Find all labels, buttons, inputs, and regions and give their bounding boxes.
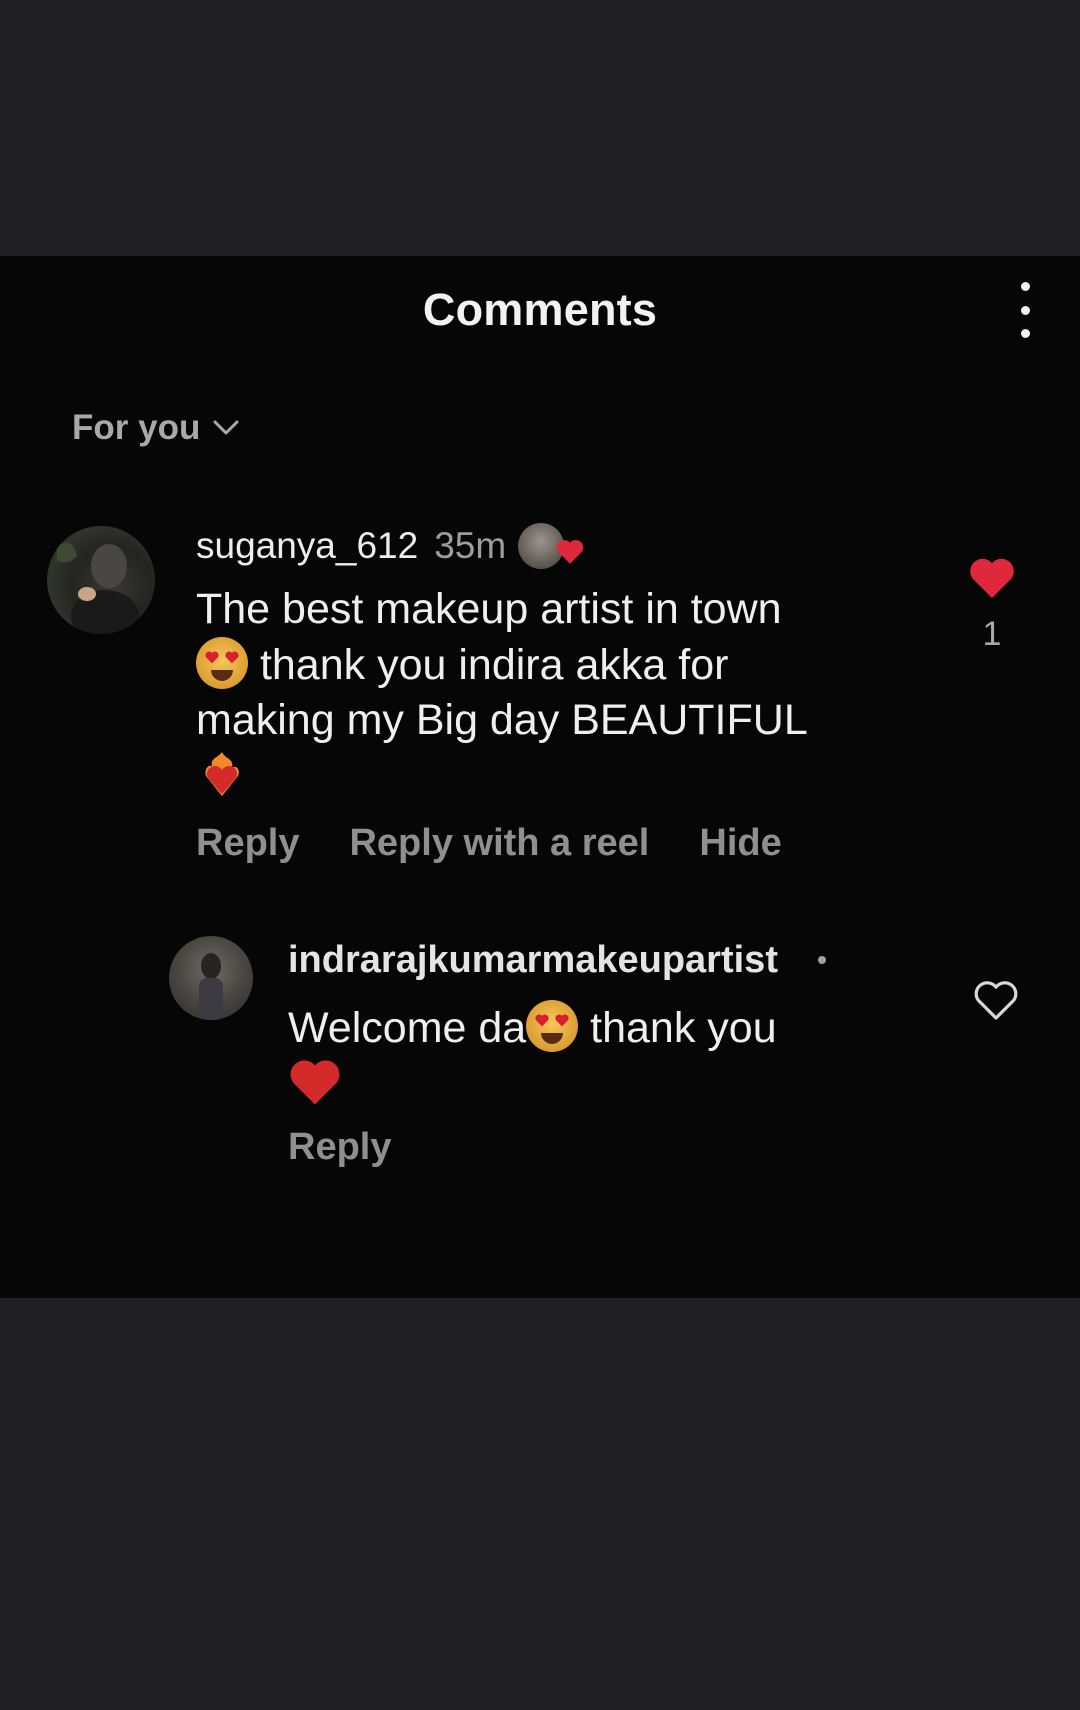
commenter-avatar[interactable] [47, 526, 155, 634]
heart-eyes-emoji [196, 637, 248, 689]
author-liked-avatar [518, 523, 584, 569]
sheet-title: Comments [422, 284, 658, 335]
comment-like: 1 [964, 556, 1020, 654]
replier-avatar[interactable] [169, 936, 253, 1020]
reply-button[interactable]: Reply [196, 822, 299, 865]
reply-with-reel-button[interactable]: Reply with a reel [349, 822, 649, 865]
heart-eyes-emoji [526, 1000, 579, 1052]
comments-sheet: Comments For you suganya_612 35m The bes… [0, 256, 1080, 1298]
hide-button[interactable]: Hide [699, 822, 781, 865]
heart-icon [557, 540, 584, 564]
reply-text: Welcome da thank you [288, 1000, 908, 1111]
more-vertical-icon[interactable] [1010, 282, 1040, 338]
heart-filled-icon[interactable] [968, 556, 1016, 600]
heart-outline-icon[interactable] [972, 978, 1020, 1022]
filter-label: For you [72, 408, 201, 447]
comment-actions: Reply Reply with a reel Hide [196, 822, 832, 865]
reply-like [972, 978, 1020, 1027]
comment-text: The best makeup artist in town thank you… [196, 582, 916, 804]
reply-reply-button[interactable]: Reply [288, 1126, 391, 1168]
reply-actions: Reply [288, 1126, 391, 1169]
filter-dropdown[interactable]: For you [72, 408, 240, 448]
chevron-down-icon [213, 420, 239, 435]
reply-username[interactable]: indrarajkumarmakeupartist [288, 939, 778, 982]
reply-meta: indrarajkumarmakeupartist [288, 932, 826, 988]
like-count: 1 [982, 615, 1002, 653]
heart-on-fire-emoji [196, 748, 248, 800]
separator-dot [817, 956, 826, 964]
comment-username[interactable]: suganya_612 [196, 525, 418, 567]
comment-timestamp: 35m [434, 525, 507, 566]
comment-meta: suganya_612 35m [196, 518, 584, 574]
red-heart-emoji [288, 1057, 340, 1109]
